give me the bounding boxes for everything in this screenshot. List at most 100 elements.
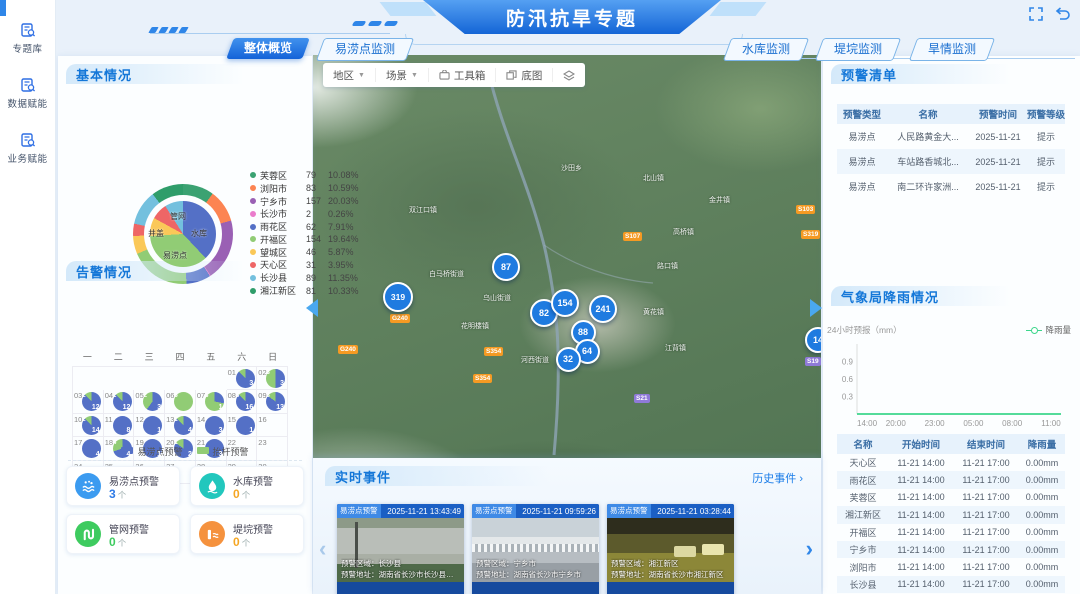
calendar-empty-cell bbox=[73, 367, 104, 390]
calendar-empty-cell bbox=[196, 367, 227, 390]
toolbox-icon bbox=[439, 70, 450, 80]
blue-alert-count: 13 bbox=[276, 404, 284, 411]
event-card-header: 易涝点预警 2025-11-21 13:43:49 bbox=[337, 504, 464, 518]
stat-card-count: 0个 bbox=[109, 535, 126, 549]
stat-card-0[interactable]: 易涝点预警 3个 bbox=[66, 466, 180, 506]
fullscreen-icon[interactable] bbox=[1028, 6, 1044, 22]
calendar-day-04[interactable]: 04122 bbox=[104, 390, 135, 413]
tab-0[interactable]: 整体概览 bbox=[226, 38, 310, 59]
blue-alert-count: 3 bbox=[280, 380, 284, 387]
calendar-day-08[interactable]: 08163 bbox=[227, 390, 258, 413]
table-row: 易涝点车站路香城北...2025-11-21提示 bbox=[837, 149, 1065, 174]
calendar-day-01[interactable]: 013 bbox=[227, 367, 258, 390]
map-toolbar-底图[interactable]: 底图 bbox=[496, 68, 553, 82]
calendar-day-02[interactable]: 0233 bbox=[257, 367, 288, 390]
legend-row: 宁乡市15720.03% bbox=[250, 195, 365, 208]
header-line-left bbox=[150, 33, 390, 34]
table-row: 易涝点人民路黄金大...2025-11-21提示 bbox=[837, 124, 1065, 149]
map-toolbar-场景[interactable]: 场景 ▼ bbox=[376, 68, 429, 82]
calendar-empty-cell bbox=[104, 367, 135, 390]
event-card-2[interactable]: 易涝点预警 2025-11-21 03:28:44 预警区域：湘江新区 预警地址… bbox=[607, 504, 734, 594]
map-place-label: 乌山街道 bbox=[483, 293, 511, 303]
sidebar-item-label: 数据赋能 bbox=[0, 96, 55, 110]
calendar-day-16[interactable]: 16 bbox=[257, 414, 288, 437]
weekday-label: 五 bbox=[195, 350, 226, 366]
calendar-day-11[interactable]: 118 bbox=[104, 414, 135, 437]
legend-row: 望城区465.87% bbox=[250, 246, 365, 259]
calendar-day-05[interactable]: 0532 bbox=[134, 390, 165, 413]
calendar-day-12[interactable]: 121 bbox=[134, 414, 165, 437]
legend-dot-icon bbox=[250, 211, 256, 217]
map-place-label: 路口镇 bbox=[657, 261, 678, 271]
chevron-down-icon: ▼ bbox=[358, 72, 365, 79]
green-alert-count: 3 bbox=[266, 369, 270, 376]
rain-axis-label: 24小时预报（mm） bbox=[827, 324, 902, 336]
svg-text:08:00: 08:00 bbox=[1002, 419, 1023, 428]
blue-alert-count: 3 bbox=[249, 380, 253, 387]
svg-text:11:00: 11:00 bbox=[1041, 419, 1061, 428]
calendar-day-13[interactable]: 1341 bbox=[165, 414, 196, 437]
map-marker-cluster[interactable]: 319 bbox=[383, 282, 413, 312]
table-row: 湘江新区11-21 14:0011-21 17:000.00mm bbox=[837, 506, 1065, 523]
green-alert-count: 3 bbox=[266, 392, 270, 399]
sidebar-item-1[interactable]: 数据赋能 bbox=[0, 77, 55, 110]
map-marker-cluster[interactable]: 32 bbox=[556, 347, 581, 372]
collapse-left-panel-arrow[interactable] bbox=[306, 299, 318, 317]
events-section-title: 实时事件 bbox=[325, 464, 625, 486]
tab-right-2[interactable]: 旱情监测 bbox=[909, 38, 995, 61]
calendar-day-07[interactable]: 0713 bbox=[196, 390, 227, 413]
history-events-link[interactable]: 历史事件 › bbox=[752, 470, 803, 486]
collapse-right-panel-arrow[interactable] bbox=[810, 299, 822, 317]
table-row: 宁乡市11-21 14:0011-21 17:000.00mm bbox=[837, 541, 1065, 558]
table-header-row: 名称开始时间结束时间降雨量 bbox=[837, 434, 1065, 454]
carousel-prev-icon[interactable]: ‹ bbox=[319, 536, 326, 562]
calendar-day-09[interactable]: 09133 bbox=[257, 390, 288, 413]
flood-dashboard: 专题库 数据赋能 业务赋能 防汛抗旱专题 整体概览易涝点监测水库监测堤垸监测旱情… bbox=[0, 0, 1080, 594]
calendar-day-15[interactable]: 151 bbox=[227, 414, 258, 437]
carousel-next-icon[interactable]: › bbox=[806, 536, 813, 562]
calendar-day-06[interactable]: 066 bbox=[165, 390, 196, 413]
tab-right-1[interactable]: 堤垸监测 bbox=[815, 38, 901, 61]
weekday-label: 一 bbox=[72, 350, 103, 366]
undo-icon[interactable] bbox=[1054, 6, 1070, 22]
svg-text:20:00: 20:00 bbox=[886, 419, 907, 428]
stat-card-3[interactable]: 堤垸预警 0个 bbox=[190, 514, 304, 554]
camera-thumbnail: 预警区域：湘江新区 预警地址：湖南省长沙市湘江新区 bbox=[607, 518, 734, 582]
banner-underline bbox=[405, 34, 743, 45]
basemap-icon bbox=[506, 70, 517, 80]
tab-right-0[interactable]: 水库监测 bbox=[723, 38, 809, 61]
map-marker-cluster[interactable]: 154 bbox=[551, 289, 579, 317]
warning-table: 预警类型名称预警时间预警等级易涝点人民路黄金大...2025-11-21提示易涝… bbox=[837, 104, 1065, 199]
event-card-0[interactable]: 易涝点预警 2025-11-21 13:43:49 预警区域：长沙县 预警地址：… bbox=[337, 504, 464, 594]
tab-1[interactable]: 易涝点监测 bbox=[316, 38, 414, 61]
header: 防汛抗旱专题 整体概览易涝点监测水库监测堤垸监测旱情监测 bbox=[55, 0, 1080, 60]
flood-point-icon bbox=[75, 473, 101, 499]
map-place-label: 江背镇 bbox=[665, 343, 686, 353]
stat-card-label: 堤垸预警 bbox=[233, 521, 273, 536]
calendar-day-03[interactable]: 03122 bbox=[73, 390, 104, 413]
map-marker-cluster[interactable]: 87 bbox=[492, 253, 520, 281]
map-marker-cluster[interactable]: 241 bbox=[589, 295, 617, 323]
weekday-header: 一二三四五六日 bbox=[72, 350, 288, 366]
calendar-day-10[interactable]: 10142 bbox=[73, 414, 104, 437]
sidebar-item-2[interactable]: 业务赋能 bbox=[0, 132, 55, 165]
event-card-1[interactable]: 易涝点预警 2025-11-21 09:59:26 预警区域：宁乡市 预警地址：… bbox=[472, 504, 599, 594]
calendar-day-14[interactable]: 143 bbox=[196, 414, 227, 437]
stat-card-1[interactable]: 水库预警 0个 bbox=[190, 466, 304, 506]
map-toolbar-layers-icon[interactable] bbox=[553, 68, 585, 82]
legend-swatch-icon bbox=[197, 447, 209, 454]
blue-alert-count: 12 bbox=[123, 404, 131, 411]
legend-row: 湘江新区8110.33% bbox=[250, 284, 365, 297]
map-toolbar-地区[interactable]: 地区 ▼ bbox=[323, 68, 376, 82]
blue-alert-count: 2 bbox=[188, 451, 192, 458]
sidebar-item-0[interactable]: 专题库 bbox=[0, 22, 55, 55]
map-place-label: 白马桥街道 bbox=[429, 269, 464, 279]
blue-alert-count: 16 bbox=[245, 404, 253, 411]
map-place-label: 北山镇 bbox=[643, 173, 664, 183]
banner-wing-left bbox=[380, 2, 437, 16]
stat-card-2[interactable]: 管网预警 0个 bbox=[66, 514, 180, 554]
map-toolbar-工具箱[interactable]: 工具箱 bbox=[429, 68, 497, 82]
blue-alert-count: 12 bbox=[92, 404, 100, 411]
event-region: 预警区域：长沙县 bbox=[341, 558, 460, 569]
event-card-header: 易涝点预警 2025-11-21 03:28:44 bbox=[607, 504, 734, 518]
